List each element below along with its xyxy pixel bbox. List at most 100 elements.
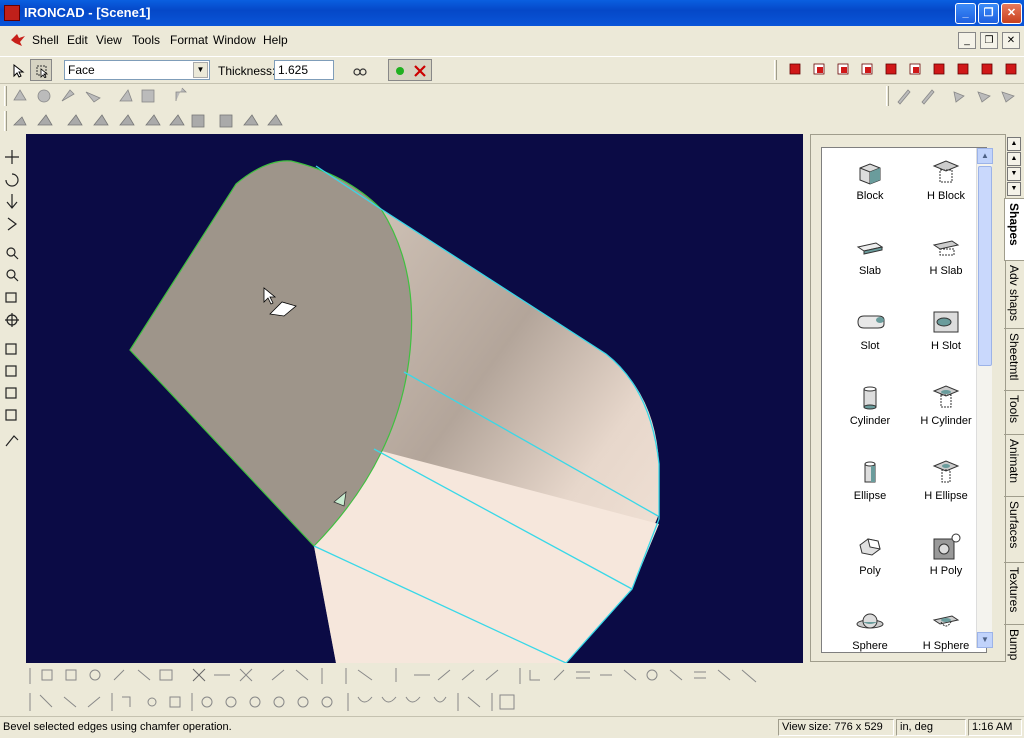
tab-shapes[interactable]: Shapes [1004, 198, 1024, 260]
h-slot-icon [933, 311, 959, 333]
cylinder-icon [863, 386, 877, 410]
catalog-scrollbar[interactable]: ▲ ▼ [976, 148, 993, 648]
mdi-minimize-button[interactable]: _ [958, 32, 976, 49]
sketch-tool-icons-1[interactable] [0, 664, 770, 688]
restore-button[interactable]: ❐ [978, 3, 999, 24]
toolbar-grip [4, 111, 7, 131]
tab-scroll-down-icon[interactable]: ▼ [1007, 182, 1021, 196]
sketch-toolbar-1 [0, 664, 1024, 688]
3d-viewport[interactable] [26, 134, 803, 663]
menu-window[interactable]: Window [213, 33, 256, 47]
toolbar-grip [4, 86, 7, 106]
tab-animatn[interactable]: Animatn [1004, 434, 1024, 496]
catalog-item-h-ellipse[interactable]: H Ellipse [906, 452, 986, 524]
catalog-tabs: ▲ ▲ ▼ ▼ Shapes Adv shaps Sheetmtl Tools … [1004, 134, 1024, 662]
menu-tools[interactable]: Tools [132, 33, 160, 47]
slab-icon [856, 242, 884, 255]
scroll-down-icon[interactable]: ▼ [977, 632, 993, 648]
catalog-item-label: H Poly [929, 565, 963, 577]
menu-edit[interactable]: Edit [67, 33, 88, 47]
tab-textures[interactable]: Textures [1004, 562, 1024, 624]
tab-up-icon[interactable]: ▲ [1007, 152, 1021, 166]
arrow-cursor-icon [13, 64, 25, 78]
face-type-select[interactable]: Face ▼ [64, 60, 210, 80]
tab-tools[interactable]: Tools [1004, 390, 1024, 434]
catalog-item-ellipse[interactable]: Ellipse [830, 452, 910, 524]
toolbar-grip [774, 60, 777, 80]
camera-tool-icons[interactable] [0, 140, 26, 460]
catalog-item-h-slab[interactable]: H Slab [906, 227, 986, 299]
tab-bump[interactable]: Bump [1004, 624, 1024, 662]
chevron-down-icon[interactable]: ▼ [193, 62, 208, 78]
catalog-item-label: H Ellipse [924, 490, 968, 502]
menu-bar: Shell Edit View Tools Format Window Help… [0, 28, 1024, 52]
face-type-value: Face [68, 63, 95, 77]
view-orientation-toolbar [772, 58, 1022, 82]
catalog-item-slab[interactable]: Slab [830, 227, 910, 299]
catalog-item-slot[interactable]: Slot [830, 302, 910, 374]
tab-adv-shaps[interactable]: Adv shaps [1004, 260, 1024, 328]
face-select-icon [36, 65, 49, 78]
cancel-x-icon[interactable] [413, 64, 427, 78]
catalog-item-label: Block [856, 190, 884, 202]
catalog-item-label: H Slot [931, 340, 961, 352]
feature-toolbar [0, 84, 200, 108]
catalog-item-label: H Slab [929, 265, 963, 277]
measure-toolbar [884, 84, 1024, 108]
measure-tool-icons[interactable] [894, 86, 1024, 106]
close-button[interactable]: ✕ [1001, 3, 1022, 24]
catalog-item-h-block[interactable]: H Block [906, 152, 986, 224]
view-size-value: 776 x 529 [834, 721, 883, 733]
catalog-item-label: Cylinder [849, 415, 891, 427]
mdi-restore-button[interactable]: ❐ [980, 32, 998, 49]
scroll-thumb[interactable] [978, 166, 992, 366]
select-arrow-button[interactable] [6, 59, 28, 81]
apply-icon[interactable] [394, 65, 406, 77]
ellipse-icon [864, 461, 876, 483]
catalog-item-poly[interactable]: Poly [830, 527, 910, 599]
minimize-button[interactable]: _ [955, 3, 976, 24]
h-block-icon [932, 160, 960, 183]
mdi-close-button[interactable]: ✕ [1002, 32, 1020, 49]
ok-cancel-group [388, 59, 432, 81]
preview-button[interactable] [348, 59, 370, 81]
menu-view[interactable]: View [96, 33, 122, 47]
scene-canvas[interactable] [26, 134, 803, 663]
sketch-tool-icons-2[interactable] [0, 689, 530, 715]
document-icon[interactable] [10, 32, 26, 48]
catalog-item-block[interactable]: Block [830, 152, 910, 224]
catalog-item-sphere[interactable]: Sphere [830, 602, 910, 652]
menu-help[interactable]: Help [263, 33, 288, 47]
tab-down-icon[interactable]: ▼ [1007, 167, 1021, 181]
camera-toolbar [0, 140, 26, 460]
modify-tool-icons[interactable] [10, 111, 300, 131]
catalog-item-label: Slot [860, 340, 880, 352]
block-icon [859, 163, 881, 185]
menu-format[interactable]: Format [170, 33, 208, 47]
thickness-input[interactable]: 1.625 [274, 60, 334, 80]
catalog-item-h-poly[interactable]: H Poly [906, 527, 986, 599]
sphere-icon [856, 613, 884, 629]
slot-icon [857, 315, 885, 329]
tab-surfaces[interactable]: Surfaces [1004, 496, 1024, 562]
thickness-label: Thickness: [218, 64, 276, 78]
menu-shell[interactable]: Shell [32, 33, 59, 47]
units-pane: in, deg [896, 719, 966, 736]
select-face-button[interactable] [30, 59, 52, 81]
catalog-item-h-cylinder[interactable]: H Cylinder [906, 377, 986, 449]
h-cylinder-icon [932, 385, 960, 408]
tab-sheetmtl[interactable]: Sheetmtl [1004, 328, 1024, 390]
catalog-list[interactable]: Block H Block Slab H Slab Slot H Slot Cy… [821, 147, 987, 653]
status-bar: Bevel selected edges using chamfer opera… [0, 716, 1024, 738]
catalog-item-h-sphere[interactable]: H Sphere [906, 602, 986, 652]
poly-icon [859, 538, 881, 556]
h-sphere-icon [932, 615, 960, 627]
catalog-item-cylinder[interactable]: Cylinder [830, 377, 910, 449]
feature-tool-icons[interactable] [10, 86, 200, 106]
scroll-up-icon[interactable]: ▲ [977, 148, 993, 164]
app-icon [4, 5, 20, 21]
catalog-item-h-slot[interactable]: H Slot [906, 302, 986, 374]
catalog-item-label: H Sphere [922, 640, 970, 652]
tab-scroll-up-icon[interactable]: ▲ [1007, 137, 1021, 151]
view-cube-icons[interactable] [784, 58, 1020, 82]
